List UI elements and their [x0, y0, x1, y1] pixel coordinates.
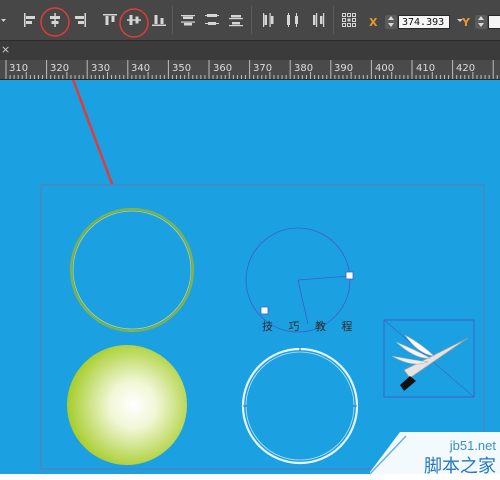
annotation-highlight-circles [40, 7, 149, 38]
white-ring-inner [245, 351, 355, 461]
ruler-label: 320 [50, 63, 70, 74]
ruler-label: 310 [9, 63, 29, 74]
path-handle-line [297, 275, 351, 281]
control-panel-toolbar: X 374.393 Y [0, 0, 500, 40]
highlight-circle-right [119, 8, 149, 38]
ruler-label: 330 [91, 63, 111, 74]
white-ring [241, 347, 359, 465]
path-handle-line [297, 279, 309, 325]
green-ring [69, 207, 195, 333]
watermark-text: 脚本之家 [424, 456, 496, 477]
artboard-canvas[interactable]: 技 巧 教 程 [0, 80, 500, 474]
arrow-diagonal [71, 80, 114, 185]
gradient-sphere [67, 345, 187, 465]
ruler-label: 400 [375, 63, 395, 74]
document-tab-bar [0, 40, 500, 60]
ruler-label: 390 [334, 63, 354, 74]
annotation-arrows [71, 80, 114, 185]
artwork: 技 巧 教 程 [40, 80, 485, 470]
close-tab-icon[interactable]: × [1, 43, 10, 56]
path-text: 技 巧 教 程 [262, 320, 359, 333]
watermark-site: jb51.net [449, 438, 496, 453]
ruler-label: 420 [456, 63, 476, 74]
horizontal-ruler[interactable]: 310 320 330 340 350 360 370 380 390 400 … [0, 60, 500, 80]
ruler-label: 360 [213, 63, 233, 74]
anchor-handle [345, 271, 354, 280]
ruler-label: 350 [172, 63, 192, 74]
knife-feather-icon [391, 334, 469, 391]
ruler-label: 340 [131, 63, 151, 74]
ruler-label: 380 [294, 63, 314, 74]
ruler-label: 370 [253, 63, 273, 74]
highlight-circle-left [40, 7, 70, 37]
green-ring-inner [72, 210, 192, 330]
ruler-label: 410 [416, 63, 436, 74]
anchor-handle [260, 306, 269, 315]
